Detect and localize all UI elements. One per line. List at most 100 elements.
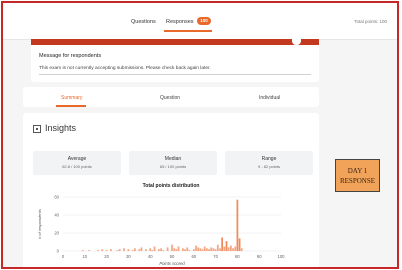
- tab-responses[interactable]: Responses: [166, 19, 194, 25]
- average-stat: Average 62.8 / 100 points: [33, 151, 121, 175]
- x-tick-label: 70: [213, 254, 218, 259]
- x-tick-label: 30: [126, 254, 131, 259]
- insights-card: Insights Average 62.8 / 100 points Media…: [23, 113, 319, 267]
- median-stat: Median 65 / 100 points: [129, 151, 217, 175]
- message-text[interactable]: This exam is not currently accepting sub…: [39, 66, 211, 71]
- chart-title: Total points distribution: [142, 183, 200, 189]
- bar: [186, 247, 189, 251]
- median-label: Median: [164, 156, 182, 162]
- bar: [210, 247, 213, 251]
- bar: [208, 249, 210, 251]
- bar: [144, 249, 147, 251]
- x-tick-label: 40: [148, 254, 153, 259]
- tab-questions[interactable]: Questions: [131, 19, 156, 25]
- bar: [199, 248, 202, 251]
- median-value: 65 / 100 points: [159, 164, 187, 169]
- x-tick-label: 20: [104, 254, 109, 259]
- bar: [223, 246, 226, 251]
- bar: [206, 248, 208, 251]
- total-points: Total points: 100: [354, 19, 387, 24]
- bar: [162, 250, 165, 251]
- y-tick-label: 20: [54, 231, 59, 236]
- bar: [197, 247, 200, 251]
- x-tick-label: 80: [235, 254, 240, 259]
- bar: [88, 250, 91, 251]
- bar: [131, 250, 134, 251]
- x-axis-label: Points scored: [159, 261, 185, 266]
- bar: [105, 250, 108, 251]
- bar: [134, 248, 136, 251]
- bar: [216, 244, 219, 251]
- average-label: Average: [67, 156, 87, 162]
- bar: [219, 248, 221, 251]
- bar: [149, 248, 152, 251]
- y-axis-label: # of respondents: [37, 209, 42, 239]
- summary-tab-indicator: [56, 105, 86, 107]
- bar: [203, 246, 206, 251]
- insights-stats: Average 62.8 / 100 points Median 65 / 10…: [33, 151, 313, 175]
- bar: [138, 249, 141, 251]
- bar: [116, 250, 119, 251]
- bar: [240, 248, 243, 251]
- bar: [123, 248, 125, 251]
- bar: [173, 248, 176, 251]
- bar: [232, 248, 234, 251]
- insights-title: Insights: [45, 123, 77, 133]
- tab-summary[interactable]: Summary: [61, 95, 82, 101]
- points-distribution-chart: 0 20 40 60 0 10 20 30 40 50 60 70 80 90 100 Points scor…: [37, 195, 286, 267]
- stamp-line-1: DAY 1: [347, 167, 368, 175]
- average-value: 62.8 / 100 points: [62, 164, 92, 169]
- bar: [229, 245, 232, 251]
- x-tick-label: 100: [278, 254, 286, 259]
- bar: [192, 249, 195, 251]
- bar: [158, 249, 160, 251]
- bar: [81, 250, 84, 251]
- bar: [225, 241, 228, 251]
- response-view-tabs: Summary Question Individual: [23, 87, 319, 107]
- bar: [175, 249, 178, 251]
- bar: [238, 238, 241, 251]
- bar: [184, 249, 186, 251]
- range-label: Range: [261, 156, 277, 162]
- bar: [177, 246, 180, 251]
- tab-individual[interactable]: Individual: [259, 95, 280, 101]
- bar: [201, 249, 204, 251]
- bar: [110, 249, 112, 251]
- bar: [151, 250, 154, 251]
- bar: [188, 250, 191, 251]
- bar: [234, 246, 237, 251]
- y-tick-label: 0: [57, 249, 60, 254]
- bar: [214, 249, 217, 251]
- x-tick-label: 0: [62, 254, 65, 259]
- bar: [212, 248, 215, 251]
- accepting-responses-card: Message for respondents This exam is not…: [31, 39, 319, 82]
- bar: [221, 237, 224, 251]
- not-accepting-banner: [31, 39, 319, 45]
- x-tick-label: 10: [82, 254, 87, 259]
- range-value: 9 - 82 points: [257, 164, 280, 169]
- x-tick-label: 60: [191, 254, 196, 259]
- bar: [166, 247, 169, 251]
- bar: [236, 199, 239, 251]
- responses-count-badge: 100: [197, 17, 211, 25]
- active-tab-indicator: [164, 30, 212, 32]
- bar: [97, 250, 99, 251]
- day1-response-stamp: DAY 1 RESPONSE: [335, 159, 380, 192]
- message-label: Message for respondents: [39, 53, 102, 59]
- bar: [101, 249, 104, 251]
- x-tick-label: 50: [170, 254, 175, 259]
- bar: [140, 247, 143, 251]
- bar: [153, 246, 156, 251]
- y-tick-label: 40: [54, 213, 59, 218]
- stamp-line-2: RESPONSE: [339, 177, 375, 185]
- bar: [171, 244, 173, 251]
- form-header: Questions Responses 100 Total points: 10…: [3, 3, 397, 40]
- bar: [182, 248, 184, 251]
- bar: [227, 247, 230, 251]
- tab-question[interactable]: Question: [160, 95, 180, 101]
- bar: [127, 249, 130, 251]
- y-tick-label: 60: [54, 195, 59, 200]
- bar: [195, 245, 197, 251]
- message-underline: [39, 74, 311, 75]
- x-tick-label: 90: [257, 254, 262, 259]
